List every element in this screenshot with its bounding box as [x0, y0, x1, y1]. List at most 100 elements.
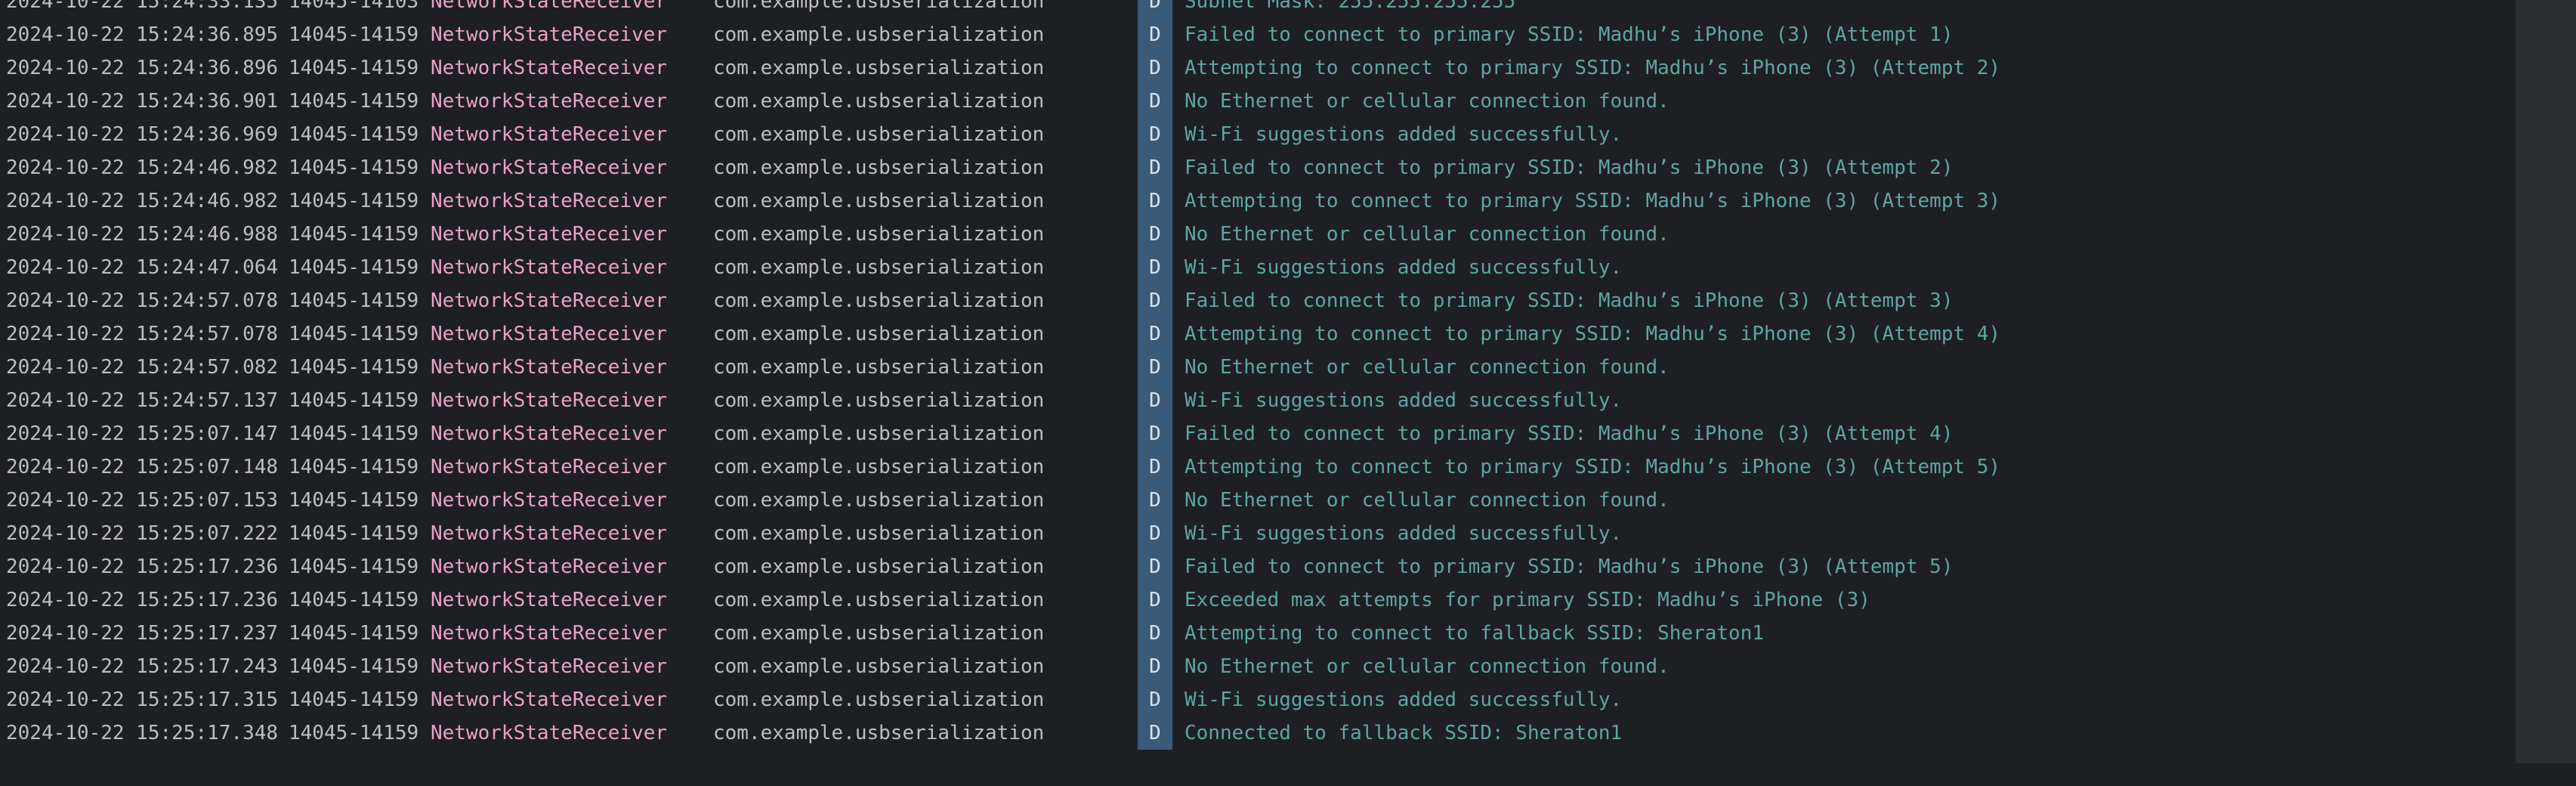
timestamp: 2024-10-22 15:24:57.082 — [6, 356, 279, 379]
log-message: No Ethernet or cellular connection found… — [1185, 223, 1669, 246]
log-level-badge: D — [1138, 0, 1172, 18]
log-row[interactable]: 2024-10-22 15:25:07.147 14045-14159 Networ… — [0, 417, 2516, 450]
log-row[interactable]: 2024-10-22 15:24:57.082 14045-14159 Networ… — [0, 351, 2516, 384]
log-tag: NetworkStateReceiver — [431, 489, 668, 512]
log-row[interactable]: 2024-10-22 15:25:07.153 14045-14159 Networ… — [0, 484, 2516, 517]
log-message: Failed to connect to primary SSID: Madhu… — [1185, 23, 1954, 46]
package-name: com.example.usbserialization — [713, 256, 1045, 279]
package-name: com.example.usbserialization — [713, 356, 1045, 379]
log-tag: NetworkStateReceiver — [431, 522, 668, 545]
log-row[interactable]: 2024-10-22 15:25:07.222 14045-14159 Networ… — [0, 517, 2516, 550]
log-message: Wi-Fi suggestions added successfully. — [1185, 389, 1623, 412]
timestamp: 2024-10-22 15:25:07.147 — [6, 422, 279, 445]
package-name: com.example.usbserialization — [713, 0, 1045, 13]
log-message: No Ethernet or cellular connection found… — [1185, 356, 1669, 379]
log-message: Attempting to connect to fallback SSID: … — [1185, 622, 1765, 645]
log-message: Attempting to connect to primary SSID: M… — [1185, 323, 2001, 345]
log-row[interactable]: 2024-10-22 15:25:17.236 14045-14159 Networ… — [0, 550, 2516, 583]
log-tag: NetworkStateReceiver — [431, 289, 668, 312]
log-level-badge: D — [1138, 85, 1172, 118]
log-tag: NetworkStateReceiver — [431, 689, 668, 711]
log-row[interactable]: 2024-10-22 15:25:17.243 14045-14159 Networ… — [0, 650, 2516, 683]
timestamp: 2024-10-22 15:24:36.969 — [6, 123, 279, 146]
process-thread-id: 14045-14159 — [289, 90, 419, 113]
process-thread-id: 14045-14159 — [289, 223, 419, 246]
log-tag: NetworkStateReceiver — [431, 356, 668, 379]
timestamp: 2024-10-22 15:25:17.315 — [6, 689, 279, 711]
log-level-badge: D — [1138, 650, 1172, 683]
package-name: com.example.usbserialization — [713, 622, 1045, 645]
process-thread-id: 14045-14159 — [289, 722, 419, 744]
package-name: com.example.usbserialization — [713, 456, 1045, 478]
package-name: com.example.usbserialization — [713, 722, 1045, 744]
log-level-badge: D — [1138, 417, 1172, 450]
process-thread-id: 14045-14159 — [289, 655, 419, 678]
log-row[interactable]: 2024-10-22 15:25:07.148 14045-14159 Networ… — [0, 450, 2516, 484]
timestamp: 2024-10-22 15:24:57.137 — [6, 389, 279, 412]
process-thread-id: 14045-14159 — [289, 57, 419, 79]
log-row[interactable]: 2024-10-22 15:24:46.988 14045-14159 Networ… — [0, 218, 2516, 251]
process-thread-id: 14045-14159 — [289, 555, 419, 578]
log-row[interactable]: 2024-10-22 15:24:57.078 14045-14159 Networ… — [0, 317, 2516, 351]
package-name: com.example.usbserialization — [713, 223, 1045, 246]
log-level-badge: D — [1138, 317, 1172, 351]
log-tag: NetworkStateReceiver — [431, 90, 668, 113]
timestamp: 2024-10-22 15:25:17.243 — [6, 655, 279, 678]
log-row[interactable]: 2024-10-22 15:25:17.236 14045-14159 Networ… — [0, 583, 2516, 617]
log-row[interactable]: 2024-10-22 15:24:46.982 14045-14159 Networ… — [0, 184, 2516, 218]
timestamp: 2024-10-22 15:24:46.982 — [6, 190, 279, 212]
package-name: com.example.usbserialization — [713, 655, 1045, 678]
log-message: No Ethernet or cellular connection found… — [1185, 655, 1669, 678]
process-thread-id: 14045-14159 — [289, 389, 419, 412]
log-level-badge: D — [1138, 517, 1172, 550]
log-level-badge: D — [1138, 384, 1172, 417]
package-name: com.example.usbserialization — [713, 57, 1045, 79]
vertical-scrollbar[interactable] — [2516, 0, 2576, 786]
log-row[interactable]: 2024-10-22 15:24:36.969 14045-14159 Networ… — [0, 118, 2516, 151]
log-tag: NetworkStateReceiver — [431, 57, 668, 79]
panel-bottom-edge — [0, 763, 2576, 786]
log-row[interactable]: 2024-10-22 15:24:33.135 14045-14103 Networ… — [0, 0, 2516, 18]
log-level-badge: D — [1138, 251, 1172, 284]
timestamp: 2024-10-22 15:25:17.236 — [6, 555, 279, 578]
log-level-badge: D — [1138, 484, 1172, 517]
logcat-panel: 2024-10-22 15:24:33.135 14045-14103 Networ… — [0, 0, 2576, 786]
log-row[interactable]: 2024-10-22 15:24:47.064 14045-14159 Networ… — [0, 251, 2516, 284]
package-name: com.example.usbserialization — [713, 689, 1045, 711]
log-tag: NetworkStateReceiver — [431, 156, 668, 179]
process-thread-id: 14045-14159 — [289, 522, 419, 545]
log-row[interactable]: 2024-10-22 15:25:17.315 14045-14159 Networ… — [0, 683, 2516, 716]
log-row[interactable]: 2024-10-22 15:24:57.137 14045-14159 Networ… — [0, 384, 2516, 417]
log-message: Failed to connect to primary SSID: Madhu… — [1185, 289, 1954, 312]
timestamp: 2024-10-22 15:24:57.078 — [6, 323, 279, 345]
package-name: com.example.usbserialization — [713, 90, 1045, 113]
log-message: No Ethernet or cellular connection found… — [1185, 90, 1669, 113]
log-message: Exceeded max attempts for primary SSID: … — [1185, 589, 1870, 611]
log-row[interactable]: 2024-10-22 15:24:36.895 14045-14159 Networ… — [0, 18, 2516, 51]
log-row[interactable]: 2024-10-22 15:24:36.896 14045-14159 Networ… — [0, 51, 2516, 85]
log-level-badge: D — [1138, 583, 1172, 617]
process-thread-id: 14045-14159 — [289, 356, 419, 379]
log-row[interactable]: 2024-10-22 15:25:17.237 14045-14159 Networ… — [0, 617, 2516, 650]
log-level-badge: D — [1138, 351, 1172, 384]
log-row[interactable]: 2024-10-22 15:24:46.982 14045-14159 Networ… — [0, 151, 2516, 184]
log-tag: NetworkStateReceiver — [431, 323, 668, 345]
log-row[interactable]: 2024-10-22 15:25:17.348 14045-14159 Networ… — [0, 716, 2516, 750]
timestamp: 2024-10-22 15:25:17.348 — [6, 722, 279, 744]
log-row[interactable]: 2024-10-22 15:24:57.078 14045-14159 Networ… — [0, 284, 2516, 317]
package-name: com.example.usbserialization — [713, 156, 1045, 179]
process-thread-id: 14045-14159 — [289, 323, 419, 345]
timestamp: 2024-10-22 15:25:17.237 — [6, 622, 279, 645]
timestamp: 2024-10-22 15:24:57.078 — [6, 289, 279, 312]
log-row[interactable]: 2024-10-22 15:24:36.901 14045-14159 Networ… — [0, 85, 2516, 118]
log-level-badge: D — [1138, 184, 1172, 218]
timestamp: 2024-10-22 15:24:36.901 — [6, 90, 279, 113]
log-message: Attempting to connect to primary SSID: M… — [1185, 57, 2001, 79]
log-tag: NetworkStateReceiver — [431, 223, 668, 246]
log-list: 2024-10-22 15:24:33.135 14045-14103 Networ… — [0, 0, 2516, 750]
log-tag: NetworkStateReceiver — [431, 622, 668, 645]
log-level-badge: D — [1138, 683, 1172, 716]
log-level-badge: D — [1138, 51, 1172, 85]
log-tag: NetworkStateReceiver — [431, 256, 668, 279]
process-thread-id: 14045-14159 — [289, 156, 419, 179]
